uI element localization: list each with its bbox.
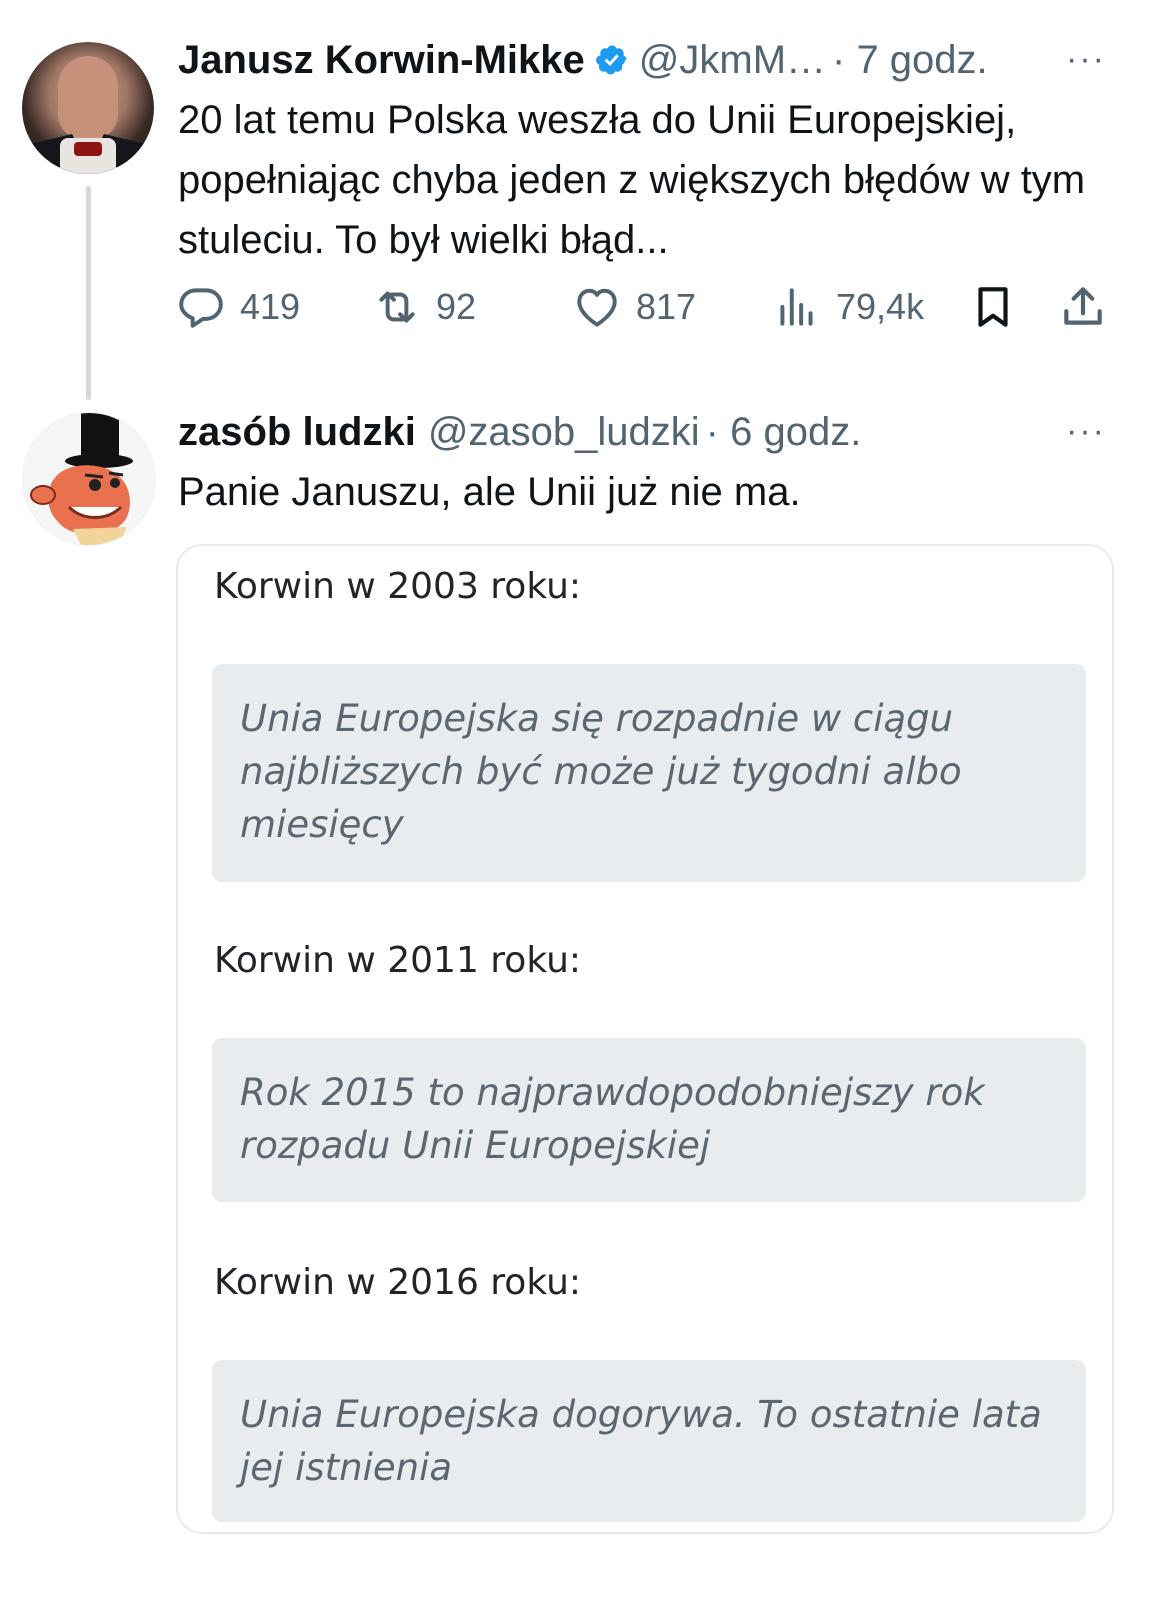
more-options-icon[interactable]: ··· [1066,40,1106,79]
bookmark-icon [978,287,1008,327]
tweet-time[interactable]: · 7 godz. [832,36,988,84]
quote-box: Rok 2015 to najprawdopodobniejszy rok ro… [212,1038,1086,1202]
share-button[interactable] [1058,282,1122,332]
share-icon [1064,287,1102,325]
reply-button[interactable]: 419 [176,282,300,332]
heart-icon [577,288,617,327]
author-handle[interactable]: @JkmM… [639,36,826,84]
retweet-icon [379,291,415,323]
views-button[interactable]: 79,4k [772,282,924,332]
reply-icon [179,288,223,328]
like-count: 817 [636,286,697,327]
tweet-time[interactable]: · 6 godz. [706,408,862,456]
tweet-actions: 419 92 817 79,4k [176,282,1116,342]
views-icon [780,288,813,326]
attached-image-card[interactable]: Korwin w 2003 roku: Unia Europejska się … [176,544,1114,1534]
quote-box: Unia Europejska dogorywa. To ostatnie la… [212,1360,1086,1522]
tweet-text: 20 lat temu Polska weszła do Unii Europe… [178,98,1086,262]
verified-badge-icon [595,45,627,75]
quote-label: Korwin w 2016 roku: [214,1262,582,1303]
reply-text: Panie Januszu, ale Unii już nie ma. [178,470,801,514]
avatar[interactable] [22,412,156,546]
quote-box: Unia Europejska się rozpadnie w ciągu na… [212,664,1086,882]
quote-label: Korwin w 2011 roku: [214,940,582,981]
avatar-face [58,56,118,140]
cartoon-avatar-image [30,413,133,545]
tweet-header: Janusz Korwin-Mikke @JkmM… · 7 godz. [178,36,1118,84]
retweet-button[interactable]: 92 [372,282,476,332]
author-name[interactable]: zasób ludzki [178,408,416,456]
avatar-bowtie [74,142,102,156]
author-handle[interactable]: @zasob_ludzki [428,408,700,456]
reply-header: zasób ludzki @zasob_ludzki · 6 godz. [178,408,1048,456]
quote-label: Korwin w 2003 roku: [214,566,582,607]
views-count: 79,4k [836,286,925,327]
thread-connector [86,186,91,400]
retweet-count: 92 [436,286,477,327]
reply-count: 419 [240,286,301,327]
author-name[interactable]: Janusz Korwin-Mikke [178,36,585,84]
more-options-icon[interactable]: ··· [1066,412,1106,451]
like-button[interactable]: 817 [572,282,696,332]
avatar[interactable] [22,42,154,174]
bookmark-button[interactable] [968,282,1032,332]
